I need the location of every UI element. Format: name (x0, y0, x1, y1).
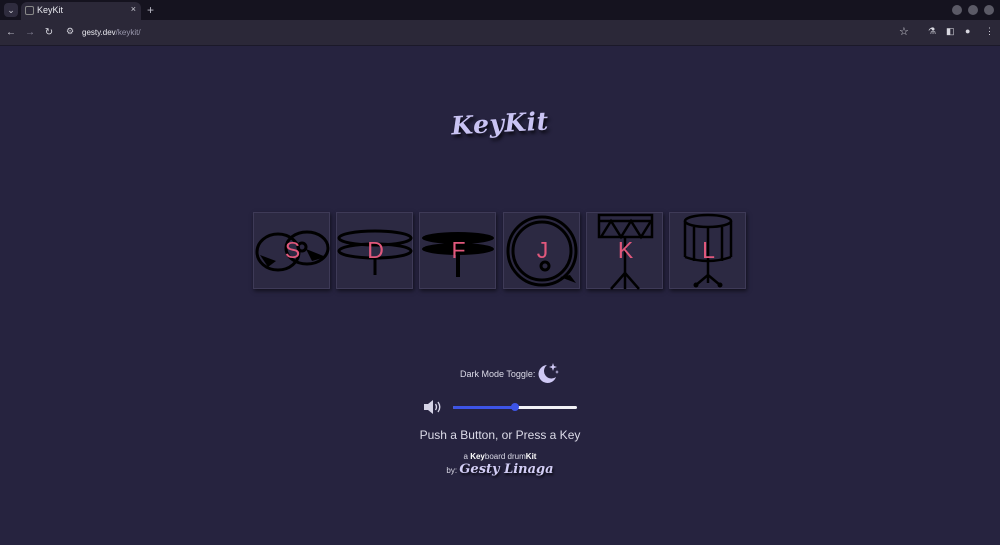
volume-slider-thumb[interactable] (511, 403, 519, 411)
tab-search-button[interactable]: ⌄ (4, 3, 18, 17)
pad-snare-drum[interactable]: L (669, 212, 746, 289)
browser-tab-bar: ⌄ KeyKit × + (0, 0, 1000, 20)
tab-title: KeyKit (37, 5, 64, 15)
more-menu-icon[interactable]: ⋮ (985, 26, 994, 37)
volume-control (423, 398, 583, 418)
tagline: a Keyboard drumKit (300, 452, 700, 461)
dark-mode-row: Dark Mode Toggle: (460, 360, 580, 384)
pad-crash-cymbals[interactable]: S (253, 212, 330, 289)
address-bar: ← → ↻ ⚙ gesty.dev/keykit/ ☆ ⚗ ◧ ● ⋮ (0, 20, 1000, 46)
minimize-button[interactable] (952, 5, 962, 15)
by-label: by: (446, 466, 458, 475)
url-host: gesty.dev (82, 28, 116, 37)
volume-slider-fill (453, 406, 515, 409)
forward-arrow-icon[interactable]: → (23, 26, 37, 40)
pad-key-label: L (702, 237, 715, 263)
pad-bass-drum[interactable]: J (503, 212, 580, 289)
url-path: /keykit/ (115, 28, 141, 37)
pad-tom-drum[interactable]: K (586, 212, 663, 290)
url-field[interactable]: ⚙ gesty.dev/keykit/ ☆ (62, 23, 916, 43)
back-arrow-icon[interactable]: ← (4, 26, 18, 40)
page-content: KeyKit S D F J K L Dark Mode Toggle: Pus… (0, 47, 1000, 545)
tagline-board: board drum (484, 452, 526, 461)
browser-tab[interactable]: KeyKit × (21, 2, 141, 20)
app-logo: KeyKit (450, 106, 550, 141)
pad-key-label: D (367, 237, 384, 263)
bookmark-star-icon[interactable]: ☆ (899, 25, 909, 38)
labs-flask-icon[interactable]: ⚗ (928, 26, 936, 37)
dark-mode-label: Dark Mode Toggle: (460, 369, 536, 379)
author-name: Gesty Linaga (459, 462, 554, 477)
side-panel-icon[interactable]: ◧ (946, 26, 955, 37)
drum-pads: S D F J K L (253, 212, 753, 290)
maximize-button[interactable] (968, 5, 978, 15)
reload-icon[interactable]: ↻ (42, 26, 56, 40)
close-window-button[interactable] (984, 5, 994, 15)
profile-icon[interactable]: ● (965, 26, 970, 36)
volume-slider[interactable] (453, 403, 577, 411)
byline: by: Gesty Linaga (300, 462, 700, 477)
pad-key-label: K (617, 237, 634, 263)
pad-key-label: F (451, 237, 466, 263)
pad-key-label: J (536, 237, 549, 263)
site-settings-icon[interactable]: ⚙ (66, 26, 74, 37)
pad-hi-hat[interactable]: D (336, 212, 413, 289)
speaker-volume-icon[interactable] (423, 399, 443, 415)
tagline-kit: Kit (525, 452, 537, 461)
instruction-text: Push a Button, or Press a Key (419, 428, 581, 442)
moon-stars-icon[interactable] (536, 361, 560, 385)
tab-favicon-icon (25, 6, 34, 15)
tagline-key: Key (470, 452, 485, 461)
pad-ride-cymbal[interactable]: F (419, 212, 496, 289)
pad-key-label: S (284, 237, 301, 263)
new-tab-button[interactable]: + (147, 2, 154, 18)
tab-close-icon[interactable]: × (131, 4, 136, 14)
